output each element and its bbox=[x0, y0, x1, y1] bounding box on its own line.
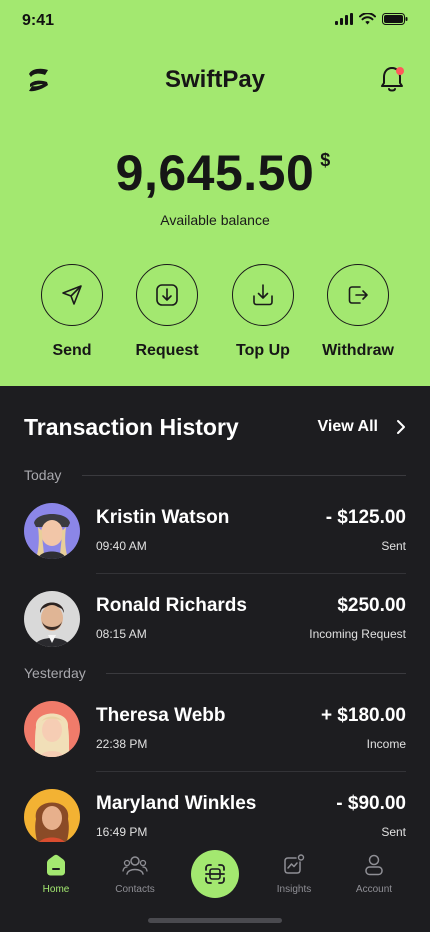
battery-icon bbox=[382, 13, 408, 25]
withdraw-label: Withdraw bbox=[322, 342, 394, 359]
transaction-name: Kristin Watson bbox=[96, 507, 230, 528]
transaction-time: 16:49 PM bbox=[96, 825, 148, 839]
balance-label: Available balance bbox=[160, 212, 270, 228]
transaction-amount: - $125.00 bbox=[325, 507, 406, 528]
send-action-button[interactable]: Send bbox=[22, 264, 122, 360]
contacts-icon bbox=[122, 856, 148, 875]
nav-contacts[interactable]: Contacts bbox=[95, 852, 175, 895]
avatar bbox=[24, 789, 80, 845]
insights-icon bbox=[284, 854, 305, 874]
send-label: Send bbox=[52, 342, 92, 359]
avatar bbox=[24, 503, 80, 559]
balance-amount: 9,645.50 bbox=[115, 145, 315, 201]
transaction-amount: $250.00 bbox=[337, 595, 406, 616]
transaction-name: Maryland Winkles bbox=[96, 793, 257, 814]
request-action-circle[interactable] bbox=[136, 264, 198, 326]
balance-currency: $ bbox=[320, 150, 331, 170]
transaction-row[interactable]: Theresa Webb 22:38 PM + $180.00 Income bbox=[24, 701, 406, 765]
transaction-name: Ronald Richards bbox=[96, 595, 247, 616]
quick-actions: Send Request Top Up Withdraw bbox=[0, 264, 430, 364]
top-up-label: Top Up bbox=[236, 342, 290, 359]
transaction-time: 09:40 AM bbox=[96, 539, 147, 553]
view-all-button[interactable]: View All bbox=[318, 418, 406, 436]
nav-insights[interactable]: Insights bbox=[254, 852, 334, 895]
scan-button[interactable] bbox=[191, 850, 239, 898]
section-label-yesterday: Yesterday bbox=[24, 665, 86, 681]
view-all-label: View All bbox=[317, 418, 378, 435]
request-action-button[interactable]: Request bbox=[117, 264, 217, 360]
section-divider bbox=[106, 673, 406, 674]
request-label: Request bbox=[135, 342, 199, 359]
row-divider bbox=[96, 573, 406, 574]
wifi-icon bbox=[359, 13, 376, 25]
row-divider bbox=[96, 771, 406, 772]
transaction-row[interactable]: Ronald Richards 08:15 AM $250.00 Incomin… bbox=[24, 591, 406, 655]
section-label-today: Today bbox=[24, 467, 62, 483]
transaction-name: Theresa Webb bbox=[96, 705, 226, 726]
avatar bbox=[24, 591, 80, 647]
nav-contacts-label: Contacts bbox=[115, 884, 155, 895]
nav-account-label: Account bbox=[355, 884, 393, 895]
chevron-right-icon bbox=[397, 420, 405, 434]
home-indicator bbox=[148, 918, 282, 923]
signal-icon bbox=[335, 13, 353, 25]
app-header: SwiftPay bbox=[0, 56, 430, 104]
app-title: SwiftPay bbox=[164, 66, 266, 93]
nav-insights-label: Insights bbox=[276, 884, 312, 895]
account-icon bbox=[365, 854, 383, 876]
balance-block: 9,645.50 $ Available balance bbox=[0, 144, 430, 228]
system-icons bbox=[335, 13, 408, 25]
transaction-time: 08:15 AM bbox=[96, 627, 147, 641]
send-icon bbox=[62, 285, 82, 305]
transaction-status: Sent bbox=[381, 825, 406, 839]
home-icon bbox=[47, 854, 65, 876]
transaction-status: Incoming Request bbox=[309, 627, 406, 641]
history-header: Transaction History View All bbox=[24, 414, 406, 444]
scan-icon bbox=[205, 864, 225, 884]
send-action-circle[interactable] bbox=[41, 264, 103, 326]
withdraw-action-circle[interactable] bbox=[327, 264, 389, 326]
withdraw-action-button[interactable]: Withdraw bbox=[308, 264, 408, 360]
transaction-amount: - $90.00 bbox=[336, 793, 406, 814]
nav-home-label: Home bbox=[42, 884, 70, 895]
top-up-action-circle[interactable] bbox=[232, 264, 294, 326]
notification-dot bbox=[396, 67, 404, 75]
top-up-icon bbox=[253, 284, 273, 306]
section-divider bbox=[82, 475, 406, 476]
transaction-status: Income bbox=[366, 737, 406, 751]
transaction-row[interactable]: Kristin Watson 09:40 AM - $125.00 Sent bbox=[24, 503, 406, 567]
avatar bbox=[24, 701, 80, 757]
withdraw-icon bbox=[348, 286, 368, 304]
top-up-action-button[interactable]: Top Up bbox=[213, 264, 313, 360]
nav-home[interactable]: Home bbox=[16, 852, 96, 895]
nav-account[interactable]: Account bbox=[334, 852, 414, 895]
status-bar: 9:41 bbox=[0, 0, 430, 44]
transaction-time: 22:38 PM bbox=[96, 737, 148, 751]
top-panel: 9:41 SwiftPay 9,645.50 $ Available balan… bbox=[0, 0, 430, 386]
transaction-status: Sent bbox=[381, 539, 406, 553]
transaction-amount: + $180.00 bbox=[320, 705, 406, 726]
status-time: 9:41 bbox=[22, 12, 55, 29]
notifications-button[interactable] bbox=[378, 64, 406, 94]
request-icon bbox=[156, 284, 178, 306]
